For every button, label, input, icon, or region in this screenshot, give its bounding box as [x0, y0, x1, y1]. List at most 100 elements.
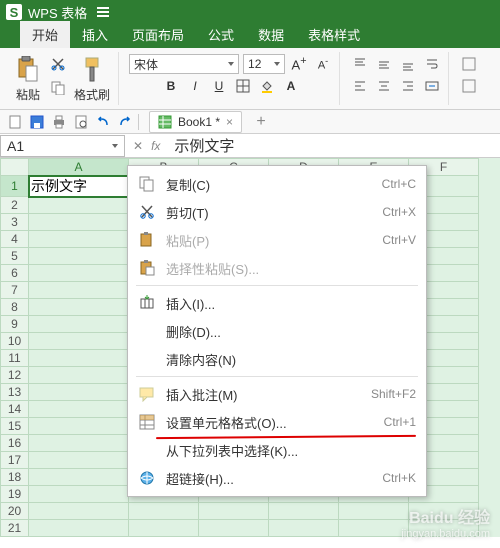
shrink-font-button[interactable]: A- [313, 54, 333, 74]
column-header[interactable]: A [29, 159, 129, 176]
select-all-corner[interactable] [1, 159, 29, 176]
save-button[interactable] [28, 113, 46, 131]
menu-item[interactable]: 插入(I)... [128, 289, 426, 317]
row-header[interactable]: 10 [1, 333, 29, 350]
cell[interactable] [29, 435, 129, 452]
row-header[interactable]: 3 [1, 214, 29, 231]
print-preview-button[interactable] [72, 113, 90, 131]
ribbon-tab-0[interactable]: 开始 [20, 21, 70, 48]
cell[interactable] [409, 520, 479, 537]
cell[interactable] [29, 333, 129, 350]
title-menu-icon[interactable] [97, 7, 109, 17]
merge-button[interactable] [422, 76, 442, 96]
new-button[interactable] [6, 113, 24, 131]
row-header[interactable]: 1 [1, 176, 29, 197]
bold-button[interactable]: B [161, 76, 181, 96]
cell[interactable] [129, 503, 199, 520]
cell[interactable] [29, 316, 129, 333]
cell[interactable] [29, 299, 129, 316]
row-header[interactable]: 12 [1, 367, 29, 384]
close-icon[interactable]: × [226, 115, 233, 129]
menu-item[interactable]: 设置单元格格式(O)...Ctrl+1 [128, 408, 426, 436]
row-header[interactable]: 13 [1, 384, 29, 401]
cell[interactable] [269, 503, 339, 520]
row-header[interactable]: 14 [1, 401, 29, 418]
cell[interactable] [339, 503, 409, 520]
formula-input[interactable]: 示例文字 [168, 135, 500, 156]
cell[interactable] [29, 367, 129, 384]
underline-button[interactable]: U [209, 76, 229, 96]
undo-button[interactable] [94, 113, 112, 131]
row-header[interactable]: 2 [1, 197, 29, 214]
add-tab-button[interactable]: + [252, 113, 270, 131]
align-left-button[interactable] [350, 76, 370, 96]
ribbon-tab-5[interactable]: 表格样式 [296, 21, 372, 48]
row-header[interactable]: 18 [1, 469, 29, 486]
menu-item[interactable]: 超链接(H)...Ctrl+K [128, 464, 426, 492]
document-tab[interactable]: Book1 * × [149, 111, 242, 133]
row-header[interactable]: 16 [1, 435, 29, 452]
currency-button[interactable] [459, 76, 479, 96]
cell[interactable] [339, 520, 409, 537]
cell[interactable] [29, 452, 129, 469]
fill-color-button[interactable] [257, 76, 277, 96]
fx-icon[interactable]: fx [151, 139, 160, 153]
row-header[interactable]: 5 [1, 248, 29, 265]
align-right-button[interactable] [398, 76, 418, 96]
cell[interactable] [29, 503, 129, 520]
cell[interactable] [29, 469, 129, 486]
grow-font-button[interactable]: A+ [289, 54, 309, 74]
cancel-formula-icon[interactable]: ✕ [133, 139, 143, 153]
cell[interactable] [29, 231, 129, 248]
menu-item[interactable]: 剪切(T)Ctrl+X [128, 198, 426, 226]
menu-item[interactable]: 插入批注(M)Shift+F2 [128, 380, 426, 408]
cell[interactable] [29, 350, 129, 367]
ribbon-tab-3[interactable]: 公式 [196, 21, 246, 48]
ribbon-tab-1[interactable]: 插入 [70, 21, 120, 48]
row-header[interactable]: 6 [1, 265, 29, 282]
name-box[interactable]: A1 [0, 135, 125, 157]
number-format-button[interactable] [459, 54, 479, 74]
menu-item[interactable]: 清除内容(N) [128, 345, 426, 373]
align-middle-button[interactable] [374, 54, 394, 74]
cell[interactable] [29, 418, 129, 435]
row-header[interactable]: 21 [1, 520, 29, 537]
row-header[interactable]: 11 [1, 350, 29, 367]
wrap-text-button[interactable] [422, 54, 442, 74]
border-button[interactable] [233, 76, 253, 96]
paste-button[interactable]: 粘贴 [12, 54, 44, 103]
align-bottom-button[interactable] [398, 54, 418, 74]
row-header[interactable]: 8 [1, 299, 29, 316]
cell[interactable] [29, 282, 129, 299]
cut-button[interactable] [48, 54, 68, 74]
row-header[interactable]: 20 [1, 503, 29, 520]
cell[interactable] [29, 401, 129, 418]
cell[interactable] [29, 197, 129, 214]
align-top-button[interactable] [350, 54, 370, 74]
cell[interactable] [269, 520, 339, 537]
redo-button[interactable] [116, 113, 134, 131]
ribbon-tab-2[interactable]: 页面布局 [120, 21, 196, 48]
row-header[interactable]: 17 [1, 452, 29, 469]
cell[interactable] [199, 520, 269, 537]
row-header[interactable]: 4 [1, 231, 29, 248]
cell[interactable] [129, 520, 199, 537]
cell[interactable] [29, 248, 129, 265]
menu-item[interactable]: 删除(D)... [128, 317, 426, 345]
cell[interactable] [29, 384, 129, 401]
cell[interactable] [29, 486, 129, 503]
print-button[interactable] [50, 113, 68, 131]
cell[interactable] [199, 503, 269, 520]
copy-button[interactable] [48, 78, 68, 98]
cell[interactable] [29, 214, 129, 231]
ribbon-tab-4[interactable]: 数据 [246, 21, 296, 48]
cell[interactable] [409, 503, 479, 520]
row-header[interactable]: 9 [1, 316, 29, 333]
cell[interactable] [29, 520, 129, 537]
menu-item[interactable]: 从下拉列表中选择(K)... [128, 436, 426, 464]
format-painter-button[interactable]: 格式刷 [72, 54, 112, 103]
font-size-select[interactable]: 12 [243, 54, 285, 74]
row-header[interactable]: 15 [1, 418, 29, 435]
align-center-button[interactable] [374, 76, 394, 96]
menu-item[interactable]: 复制(C)Ctrl+C [128, 170, 426, 198]
